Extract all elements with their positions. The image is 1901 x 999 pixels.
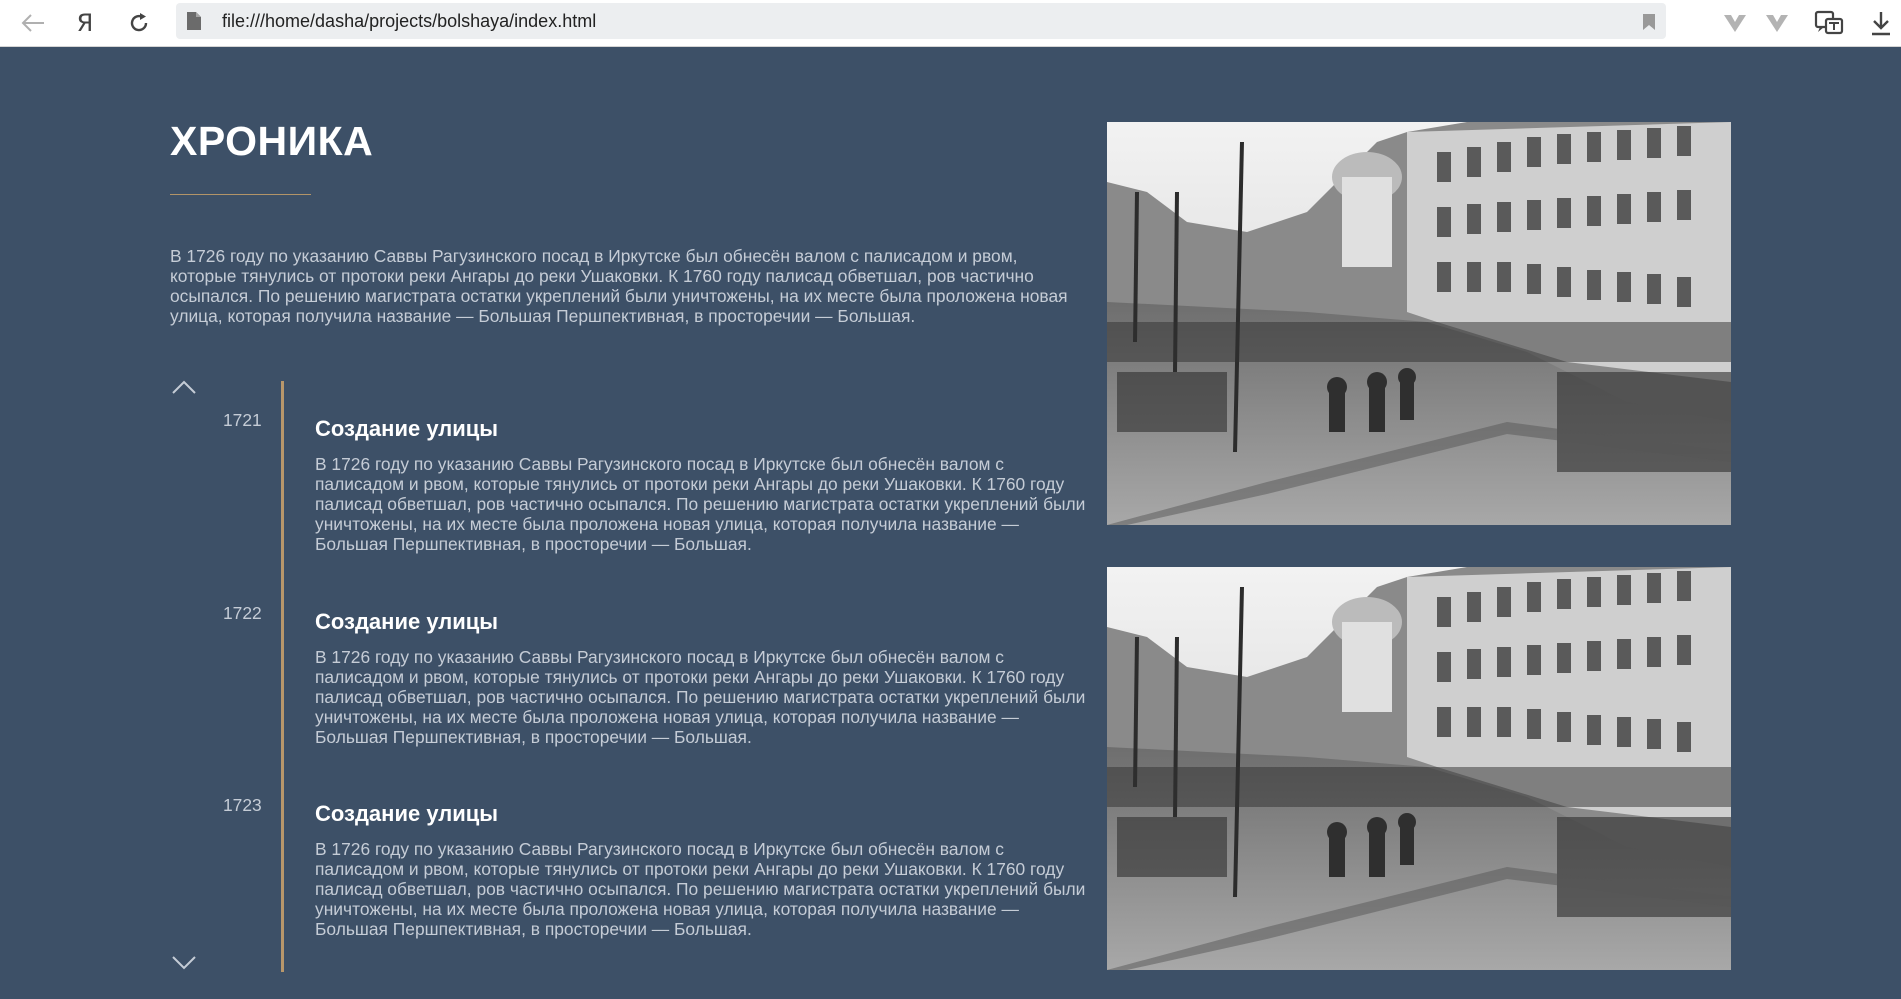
chevron-up-icon[interactable]: [171, 379, 197, 395]
timeline-line: [281, 381, 284, 972]
extension-v-icon: [1766, 15, 1788, 32]
intro-text: В 1726 году по указанию Саввы Рагузинско…: [170, 246, 1068, 326]
event-title: Создание улицы: [315, 416, 499, 441]
street-photo-image: [1107, 122, 1731, 525]
event-year: 1721: [223, 410, 262, 430]
event-title: Создание улицы: [315, 801, 499, 826]
extension-button-2[interactable]: [1762, 8, 1792, 38]
event-year: 1723: [223, 795, 262, 815]
url-text[interactable]: file:///home/dasha/projects/bolshaya/ind…: [222, 3, 596, 39]
bookmark-icon[interactable]: [1642, 13, 1656, 31]
event-text: В 1726 году по указанию Саввы Рагузинско…: [315, 839, 1086, 939]
event-text: В 1726 году по указанию Саввы Рагузинско…: [315, 454, 1086, 554]
event-year: 1722: [223, 603, 262, 623]
yandex-logo-icon: Я: [76, 9, 94, 37]
reload-button[interactable]: [124, 8, 154, 38]
title-divider: [170, 194, 311, 195]
extension-v-icon: [1724, 15, 1746, 32]
chevron-down-icon[interactable]: [171, 955, 197, 971]
yandex-button[interactable]: Я: [70, 8, 100, 38]
translate-icon: [1814, 10, 1844, 35]
file-icon: [187, 12, 201, 30]
page-title: ХРОНИКА: [170, 118, 374, 164]
address-bar[interactable]: file:///home/dasha/projects/bolshaya/ind…: [176, 3, 1666, 39]
event-text: В 1726 году по указанию Саввы Рагузинско…: [315, 647, 1086, 747]
download-icon: [1872, 12, 1890, 36]
street-photo-image: [1107, 567, 1731, 970]
street-photo: [1107, 122, 1731, 525]
reload-icon: [130, 13, 148, 32]
download-button[interactable]: [1866, 8, 1896, 38]
translate-button[interactable]: [1814, 8, 1844, 38]
street-photo: [1107, 567, 1731, 970]
browser-toolbar: Я file:///home/dasha/projects/bolshaya/i…: [0, 0, 1901, 47]
event-title: Создание улицы: [315, 609, 499, 634]
back-button[interactable]: [18, 8, 48, 38]
back-arrow-icon: [21, 14, 44, 32]
extension-button-1[interactable]: [1720, 8, 1750, 38]
